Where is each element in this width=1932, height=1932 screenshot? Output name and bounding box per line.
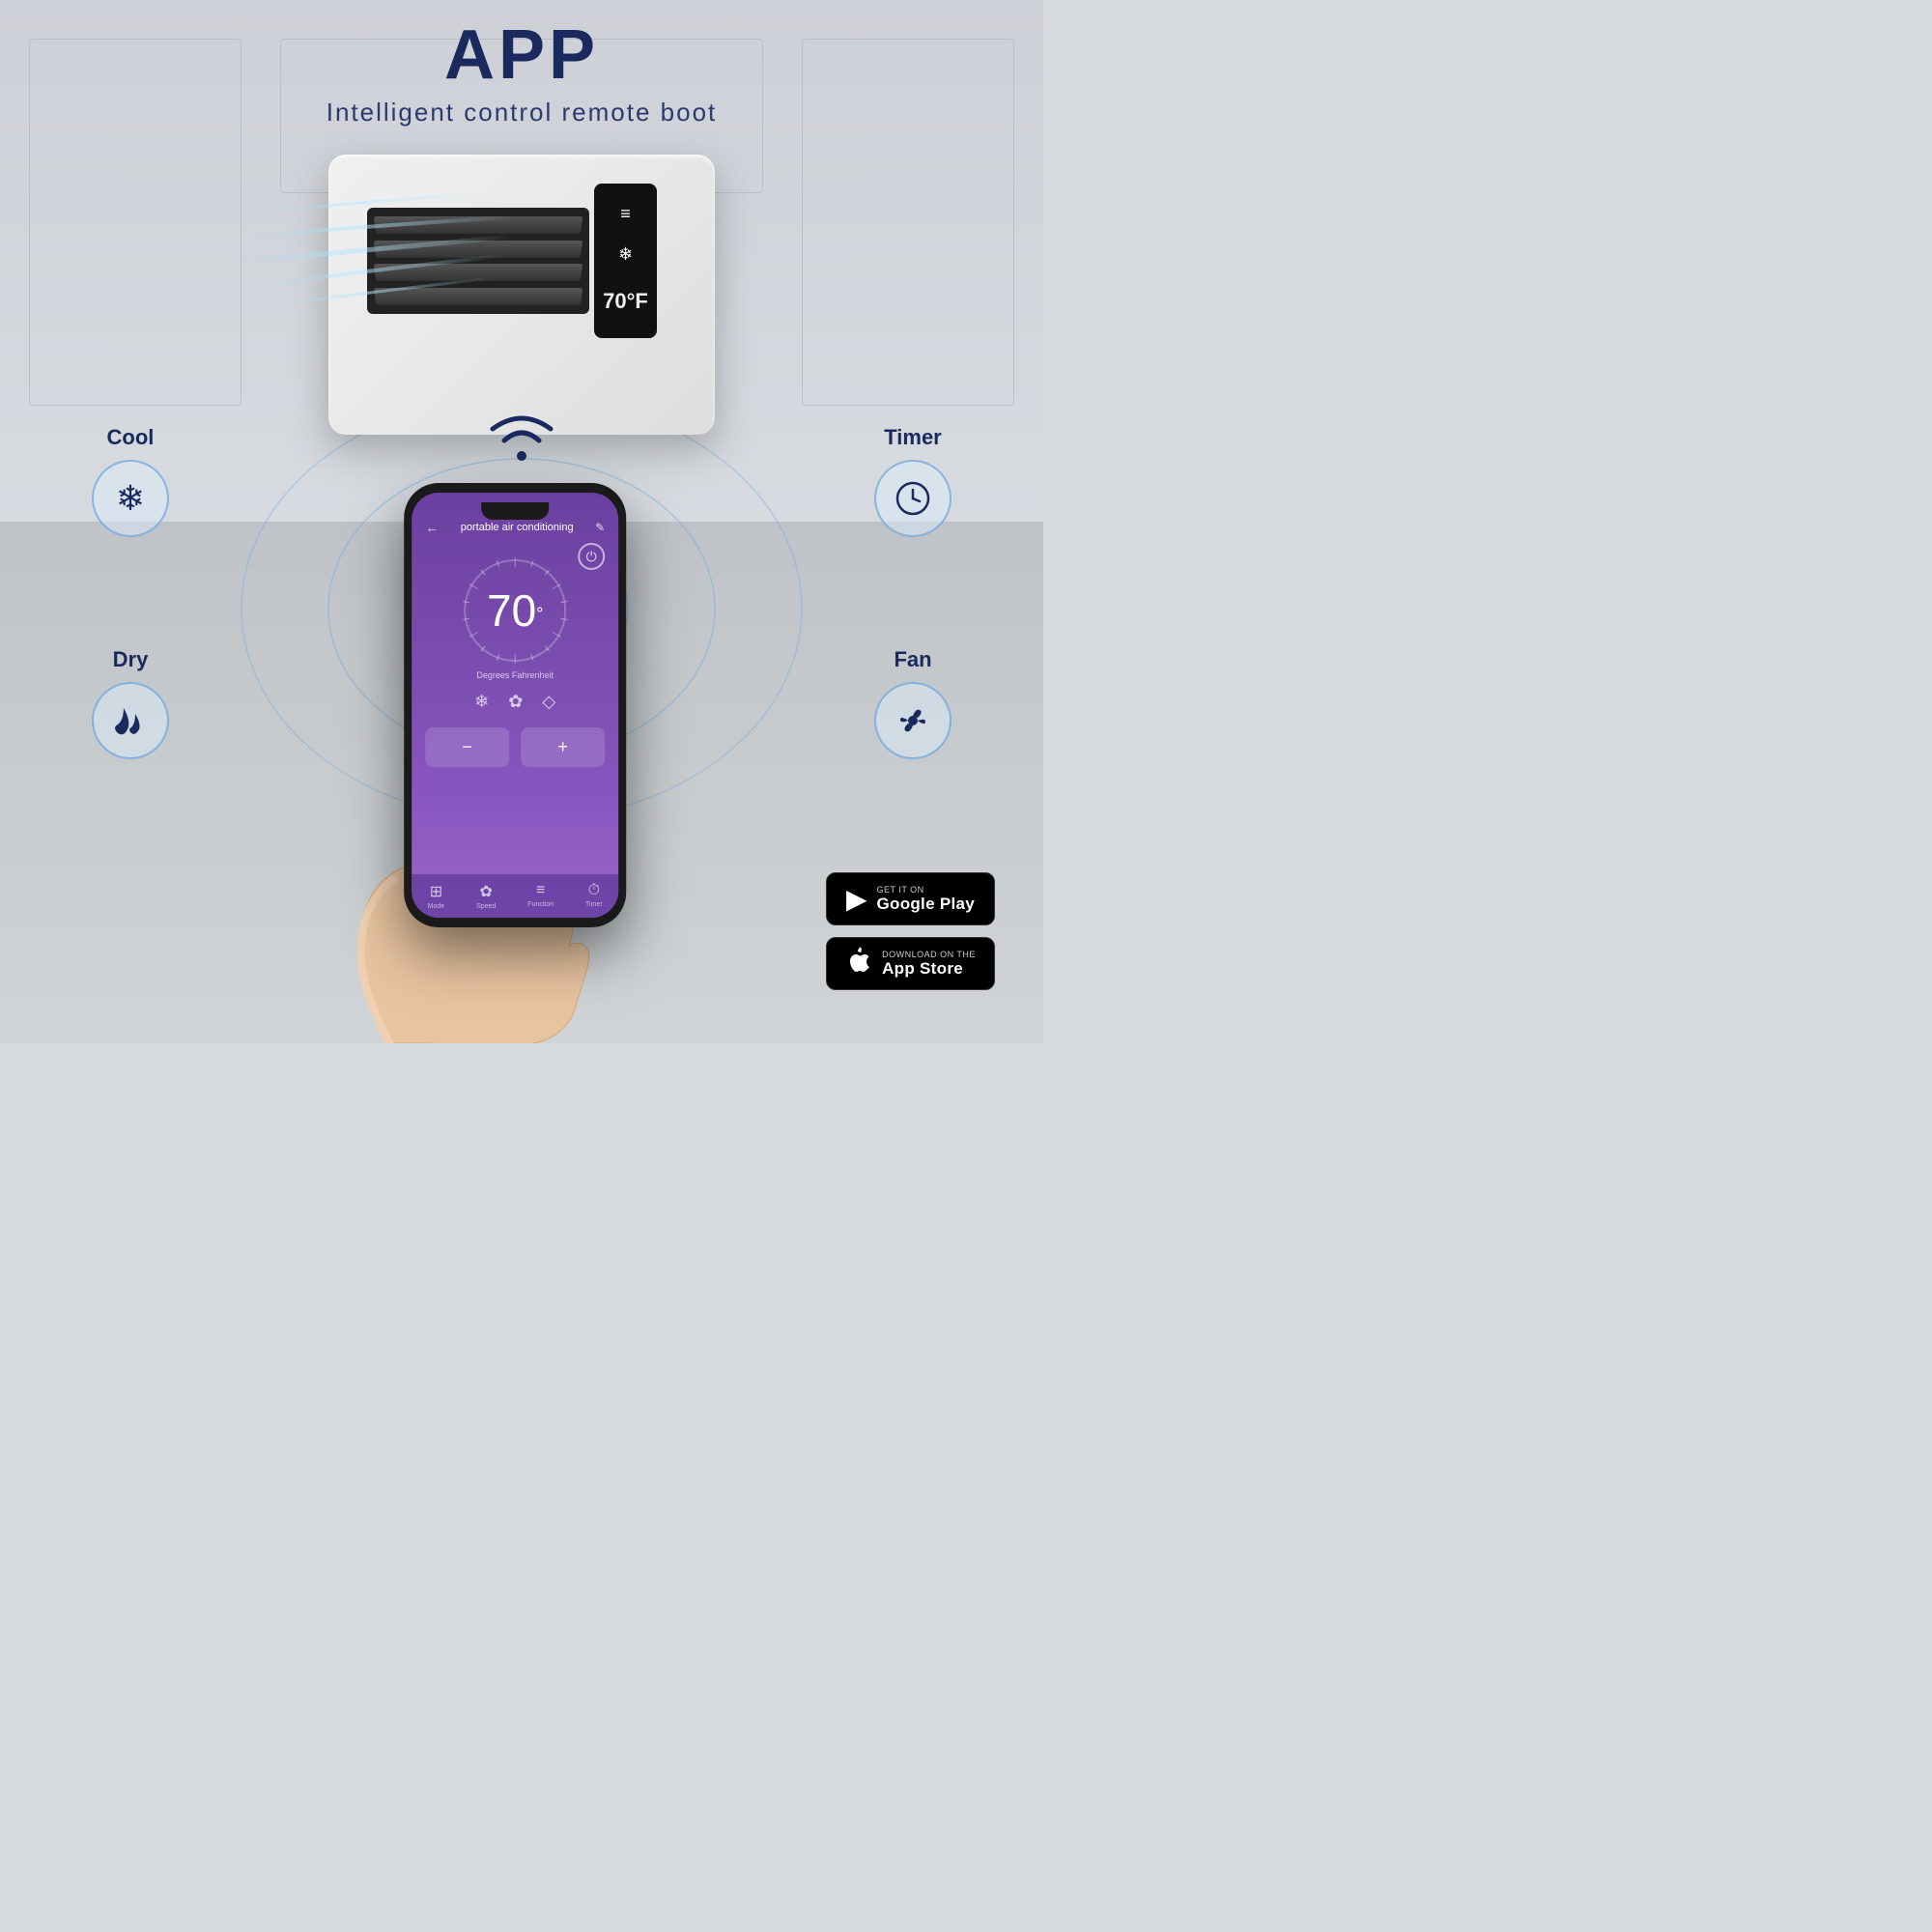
timer-icon-circle [874, 460, 952, 537]
speed-nav-icon: ✿ [480, 882, 493, 901]
temp-value: 70° [487, 584, 543, 637]
decrease-temp-button[interactable]: − [425, 727, 509, 767]
app-store-big-text: App Store [882, 959, 976, 979]
google-play-small-text: GET IT ON [876, 885, 975, 895]
temp-superscript: ° [536, 605, 543, 624]
ac-control-panel: ≡ ❄ 70°F [594, 184, 657, 338]
back-arrow-icon: ← [425, 520, 439, 535]
dry-icon-circle [92, 682, 169, 759]
fan-label: Fan [894, 647, 931, 672]
feature-dry: Dry [92, 647, 169, 759]
power-button[interactable]: ⏻ [578, 543, 605, 570]
phone-navigation: ⊞ Mode ✿ Speed ≡ Function ⏱ Timer [412, 874, 618, 918]
ac-unit: ≡ ❄ 70°F [299, 126, 744, 435]
page-title: APP [0, 17, 1043, 94]
wifi-icon [483, 406, 560, 464]
air-stream-svg [222, 184, 531, 309]
apple-icon [845, 947, 872, 980]
nav-timer[interactable]: ⏱ Timer [585, 882, 603, 910]
fan-icon [893, 700, 933, 741]
page-subtitle: Intelligent control remote boot [0, 98, 1043, 128]
nav-mode[interactable]: ⊞ Mode [428, 882, 445, 910]
clock-icon [895, 480, 931, 517]
store-badges: ▶ GET IT ON Google Play Download on the … [826, 872, 995, 990]
ac-temp-display: 70°F [595, 285, 656, 318]
ac-snow-icon: ❄ [618, 244, 633, 265]
snowflake-mode-icon[interactable]: ❄ [474, 692, 489, 712]
phone-app-title: portable air conditioning [461, 522, 574, 533]
dry-label: Dry [113, 647, 149, 672]
feature-cool: Cool ❄ [92, 425, 169, 537]
mode-icons-row: ❄ ✿ ◇ [412, 684, 618, 720]
mode-nav-icon: ⊞ [430, 882, 442, 901]
timer-nav-icon: ⏱ [588, 882, 600, 899]
temperature-controls: − + [425, 727, 605, 767]
page-container: APP Intelligent control remote boot ≡ ❄ … [0, 0, 1043, 1043]
nav-speed[interactable]: ✿ Speed [476, 882, 496, 910]
function-nav-icon: ≡ [536, 882, 545, 899]
nav-function[interactable]: ≡ Function [527, 882, 554, 910]
fan-icon-circle [874, 682, 952, 759]
water-drops-icon [110, 700, 151, 741]
app-store-text: Download on the App Store [882, 950, 976, 979]
mode-nav-label: Mode [428, 903, 445, 910]
cool-icon-circle: ❄ [92, 460, 169, 537]
snowflake-icon: ❄ [116, 478, 145, 519]
feature-timer: Timer [874, 425, 952, 537]
phone-hand-container: ← portable air conditioning ✎ ⏻ [351, 483, 679, 1024]
apple-logo-icon [845, 947, 872, 974]
water-mode-icon[interactable]: ◇ [542, 692, 555, 712]
google-play-big-text: Google Play [876, 895, 975, 914]
temperature-number: 70 [487, 585, 536, 636]
increase-temp-button[interactable]: + [521, 727, 605, 767]
smartphone: ← portable air conditioning ✎ ⏻ [404, 483, 626, 927]
speed-nav-label: Speed [476, 903, 496, 910]
feature-fan: Fan [874, 647, 952, 759]
header: APP Intelligent control remote boot [0, 17, 1043, 128]
google-play-icon: ▶ [846, 883, 867, 915]
google-play-text: GET IT ON Google Play [876, 885, 975, 914]
phone-notch [481, 502, 549, 520]
phone-screen: ← portable air conditioning ✎ ⏻ [412, 493, 618, 918]
app-store-badge[interactable]: Download on the App Store [826, 937, 995, 990]
app-store-small-text: Download on the [882, 950, 976, 959]
temp-circle: 70° [457, 553, 573, 668]
fan-mode-icon[interactable]: ✿ [508, 692, 523, 712]
temp-unit-label: Degrees Fahrenheit [412, 670, 618, 680]
ac-menu-icon: ≡ [620, 204, 631, 224]
timer-label: Timer [884, 425, 942, 450]
function-nav-label: Function [527, 901, 554, 908]
wifi-area [483, 406, 560, 469]
timer-nav-label: Timer [585, 901, 603, 908]
edit-icon: ✎ [595, 521, 605, 534]
google-play-badge[interactable]: ▶ GET IT ON Google Play [826, 872, 995, 925]
cool-label: Cool [107, 425, 155, 450]
